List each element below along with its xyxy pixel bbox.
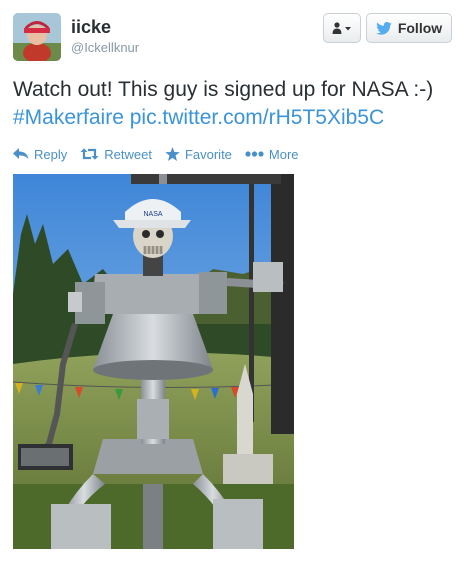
pic-link[interactable]: pic.twitter.com/rH5T5Xib5C xyxy=(130,106,384,129)
screen-name[interactable]: @Ickellknur xyxy=(71,39,139,57)
tweet-body: Watch out! This guy is signed up for NAS… xyxy=(13,78,434,101)
follow-button[interactable]: Follow xyxy=(366,13,452,43)
favorite-label: Favorite xyxy=(184,146,232,162)
more-dots-icon xyxy=(245,151,264,157)
cap-text: NASA xyxy=(143,211,162,218)
robot-photo-image: NASA xyxy=(13,174,294,549)
reply-icon xyxy=(13,148,29,159)
follow-label: Follow xyxy=(397,20,443,36)
more-action[interactable]: More xyxy=(245,147,299,162)
display-name[interactable]: iicke xyxy=(71,17,139,37)
retweet-label: Retweet xyxy=(104,146,152,162)
retweet-action[interactable]: Retweet xyxy=(80,147,152,162)
twitter-bird-icon xyxy=(376,21,392,35)
retweet-icon xyxy=(80,148,99,160)
reply-action[interactable]: Reply xyxy=(13,147,67,162)
reply-label: Reply xyxy=(34,146,68,162)
star-icon xyxy=(165,147,180,161)
user-dropdown-icon xyxy=(332,22,351,34)
tweet-actions: Reply Retweet Favorite More xyxy=(13,145,312,163)
user-actions-button[interactable] xyxy=(323,13,361,43)
more-label: More xyxy=(268,146,299,162)
hashtag-link[interactable]: #Makerfaire xyxy=(13,106,124,129)
tweet-text: Watch out! This guy is signed up for NAS… xyxy=(13,76,453,132)
user-avatar[interactable] xyxy=(13,13,61,61)
tweet-photo[interactable]: NASA xyxy=(13,174,294,549)
favorite-action[interactable]: Favorite xyxy=(165,147,232,162)
